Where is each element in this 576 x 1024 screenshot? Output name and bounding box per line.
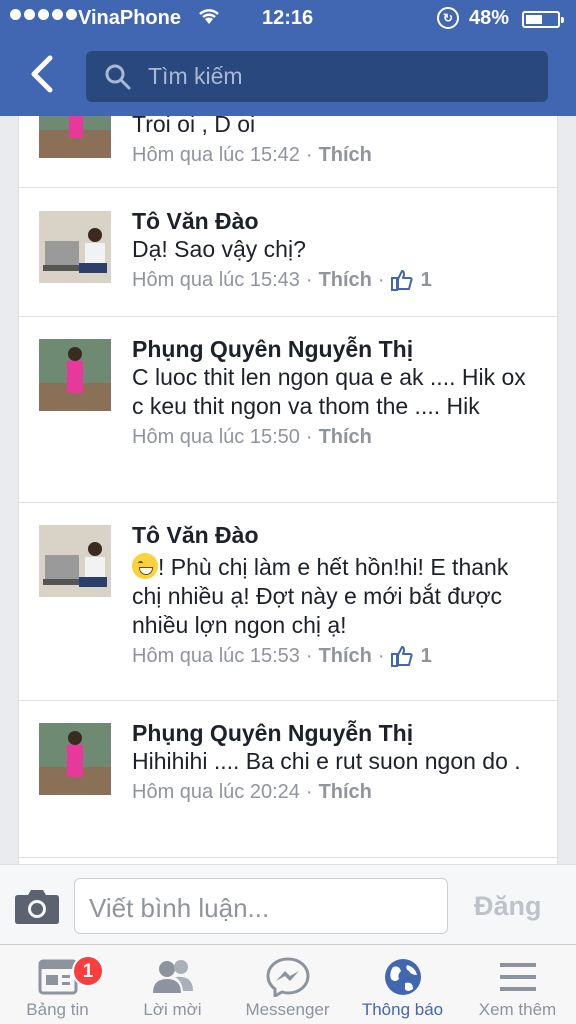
menu-icon bbox=[496, 957, 540, 997]
comment-author[interactable]: Tô Văn Đào bbox=[132, 521, 542, 549]
avatar[interactable] bbox=[39, 339, 111, 411]
separator-dot: · bbox=[305, 269, 313, 291]
tab-label: Thông báo bbox=[361, 1000, 444, 1019]
avatar[interactable] bbox=[39, 723, 111, 795]
comment-meta: Hôm qua lúc 20:24 · Thích bbox=[132, 779, 542, 805]
comment-item: Tô Văn Đào Dạ! Sao vậy chị? Hôm qua lúc … bbox=[19, 189, 557, 317]
comment-item: Troi oi , D oi Hôm qua lúc 15:42 · Thích bbox=[19, 116, 557, 188]
comment-input-placeholder: Viết bình luận... bbox=[89, 893, 270, 923]
thumbs-up-icon bbox=[390, 269, 413, 291]
globe-icon bbox=[381, 957, 425, 997]
notification-badge: 1 bbox=[72, 955, 104, 987]
bottom-tab-bar: 1 Bảng tin Lời mời Messenger Thông báo X… bbox=[0, 944, 576, 1024]
comment-time: Hôm qua lúc 15:50 bbox=[132, 426, 300, 448]
comment-text: C luoc thit len ngon qua e ak .... Hik o… bbox=[132, 364, 526, 419]
like-count[interactable]: 1 bbox=[421, 267, 432, 293]
search-field[interactable]: Tìm kiếm bbox=[86, 51, 548, 102]
tab-label: Messenger bbox=[245, 1000, 330, 1019]
like-button[interactable]: Thích bbox=[319, 424, 372, 450]
separator-dot: · bbox=[305, 426, 313, 448]
comment-item: Tô Văn Đào ! Phù chị làm e hết hồn!hi! E… bbox=[19, 503, 557, 701]
separator-dot: · bbox=[377, 645, 385, 667]
comment-item: Phụng Quyên Nguyễn Thị C luoc thit len n… bbox=[19, 317, 557, 503]
comment-meta: Hôm qua lúc 15:42 · Thích bbox=[132, 142, 542, 168]
comment-time: Hôm qua lúc 15:53 bbox=[132, 645, 300, 667]
sweat-smile-emoji-icon bbox=[132, 553, 158, 579]
signal-strength-icon bbox=[10, 9, 77, 20]
tab-more[interactable]: Xem thêm bbox=[460, 945, 575, 1024]
avatar[interactable] bbox=[39, 525, 111, 597]
wifi-icon bbox=[197, 6, 221, 32]
like-count[interactable]: 1 bbox=[421, 643, 432, 669]
comment-time: Hôm qua lúc 15:43 bbox=[132, 269, 300, 291]
comment-time: Hôm qua lúc 15:42 bbox=[132, 144, 300, 166]
like-button[interactable]: Thích bbox=[319, 267, 372, 293]
tab-messenger[interactable]: Messenger bbox=[230, 945, 345, 1024]
comment-list[interactable]: Troi oi , D oi Hôm qua lúc 15:42 · Thích… bbox=[18, 116, 558, 864]
comment-text: Troi oi , D oi bbox=[132, 116, 256, 137]
like-button[interactable]: Thích bbox=[319, 779, 372, 805]
battery-percent: 48% bbox=[469, 7, 510, 29]
comment-author[interactable]: Phụng Quyên Nguyễn Thị bbox=[132, 719, 542, 747]
comment-meta: Hôm qua lúc 15:43 · Thích · 1 bbox=[132, 267, 542, 293]
avatar[interactable] bbox=[39, 211, 111, 283]
comment-input[interactable]: Viết bình luận... bbox=[74, 878, 448, 934]
thumbs-up-icon bbox=[390, 645, 413, 667]
tab-notifications[interactable]: Thông báo bbox=[345, 945, 460, 1024]
like-button[interactable]: Thích bbox=[319, 643, 372, 669]
comment-composer: Viết bình luận... Đăng bbox=[0, 864, 576, 944]
comment-text: Dạ! Sao vậy chị? bbox=[132, 236, 306, 262]
comment-author[interactable]: Phụng Quyên Nguyễn Thị bbox=[132, 335, 542, 363]
messenger-icon bbox=[265, 957, 310, 999]
battery-icon bbox=[522, 11, 564, 28]
back-button[interactable] bbox=[24, 54, 64, 94]
search-placeholder: Tìm kiếm bbox=[148, 63, 243, 89]
chevron-left-icon bbox=[31, 55, 53, 93]
avatar[interactable] bbox=[39, 116, 111, 158]
tab-label: Lời mời bbox=[143, 1000, 202, 1019]
comment-meta: Hôm qua lúc 15:53 · Thích · 1 bbox=[132, 643, 542, 669]
tab-news-feed[interactable]: 1 Bảng tin bbox=[0, 945, 115, 1024]
search-icon bbox=[104, 63, 132, 96]
comment-author[interactable]: Tô Văn Đào bbox=[132, 207, 542, 235]
clock: 12:16 bbox=[262, 7, 314, 29]
tab-label: Xem thêm bbox=[478, 1000, 557, 1019]
status-bar: VinaPhone 12:16 ↻ 48% bbox=[0, 0, 576, 38]
comment-item: Phụng Quyên Nguyễn Thị Hihihihi .... Ba … bbox=[19, 701, 557, 858]
like-button[interactable]: Thích bbox=[319, 142, 372, 168]
separator-dot: · bbox=[305, 781, 313, 803]
carrier-name: VinaPhone bbox=[78, 7, 181, 29]
comment-text: Hihihihi .... Ba chi e rut suon ngon do … bbox=[132, 748, 521, 774]
post-button[interactable]: Đăng bbox=[474, 891, 542, 922]
comment-meta: Hôm qua lúc 15:50 · Thích bbox=[132, 424, 542, 450]
separator-dot: · bbox=[377, 269, 385, 291]
tab-label: Bảng tin bbox=[26, 1000, 89, 1019]
comment-text-row: ! Phù chị làm e hết hồn!hi! E thank chị … bbox=[132, 553, 542, 640]
friend-requests-icon bbox=[151, 957, 195, 997]
rotation-lock-icon: ↻ bbox=[437, 7, 459, 29]
header: VinaPhone 12:16 ↻ 48% Tìm kiếm bbox=[0, 0, 576, 116]
separator-dot: · bbox=[305, 144, 313, 166]
camera-icon[interactable] bbox=[14, 887, 60, 925]
separator-dot: · bbox=[305, 645, 313, 667]
comment-time: Hôm qua lúc 20:24 bbox=[132, 781, 300, 803]
comment-text: ! Phù chị làm e hết hồn!hi! E thank chị … bbox=[132, 554, 509, 638]
tab-friend-requests[interactable]: Lời mời bbox=[115, 945, 230, 1024]
